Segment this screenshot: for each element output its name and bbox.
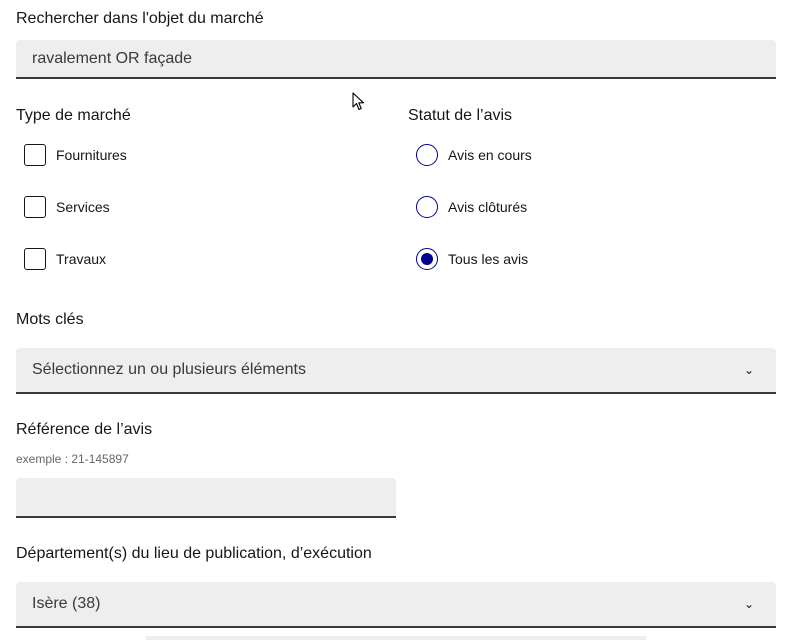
department-value: Isère (38) xyxy=(32,595,101,612)
department-select[interactable]: Isère (38) ⌄ xyxy=(16,582,776,628)
mouse-cursor-icon xyxy=(352,92,365,111)
department-label: Département(s) du lieu de publication, d… xyxy=(16,545,372,562)
checkbox-label: Travaux xyxy=(56,251,107,267)
search-input[interactable]: ravalement OR façade xyxy=(16,40,776,79)
radio-avis-clotures[interactable]: Avis clôturés xyxy=(416,196,527,218)
next-field-edge xyxy=(146,636,646,640)
radio-label: Avis clôturés xyxy=(448,199,528,215)
radio-circle[interactable] xyxy=(416,196,438,218)
radio-circle-selected[interactable] xyxy=(416,248,438,270)
keywords-placeholder: Sélectionnez un ou plusieurs éléments xyxy=(32,361,306,378)
checkbox-label: Fournitures xyxy=(56,147,127,163)
checkbox-travaux[interactable]: Travaux xyxy=(24,248,106,270)
checkbox-box[interactable] xyxy=(24,196,46,218)
search-input-value: ravalement OR façade xyxy=(32,49,193,67)
chevron-down-icon: ⌄ xyxy=(743,597,754,611)
notice-status-label: Statut de l’avis xyxy=(408,107,513,124)
radio-label: Avis en cours xyxy=(448,147,532,163)
reference-hint: exemple : 21-145897 xyxy=(16,452,129,466)
reference-label: Référence de l’avis xyxy=(16,421,153,438)
chevron-down-icon: ⌄ xyxy=(743,363,754,377)
reference-input[interactable] xyxy=(16,478,396,518)
radio-label: Tous les avis xyxy=(448,251,529,267)
checkbox-box[interactable] xyxy=(24,144,46,166)
checkbox-box[interactable] xyxy=(24,248,46,270)
keywords-select[interactable]: Sélectionnez un ou plusieurs éléments ⌄ xyxy=(16,348,776,394)
checkbox-services[interactable]: Services xyxy=(24,196,110,218)
checkbox-label: Services xyxy=(56,199,110,215)
checkbox-fournitures[interactable]: Fournitures xyxy=(24,144,127,166)
radio-tous-les-avis[interactable]: Tous les avis xyxy=(416,248,528,270)
keywords-label: Mots clés xyxy=(16,311,84,328)
radio-circle[interactable] xyxy=(416,144,438,166)
search-label: Rechercher dans l'objet du marché xyxy=(16,10,264,27)
market-type-label: Type de marché xyxy=(16,107,131,124)
radio-avis-en-cours[interactable]: Avis en cours xyxy=(416,144,532,166)
